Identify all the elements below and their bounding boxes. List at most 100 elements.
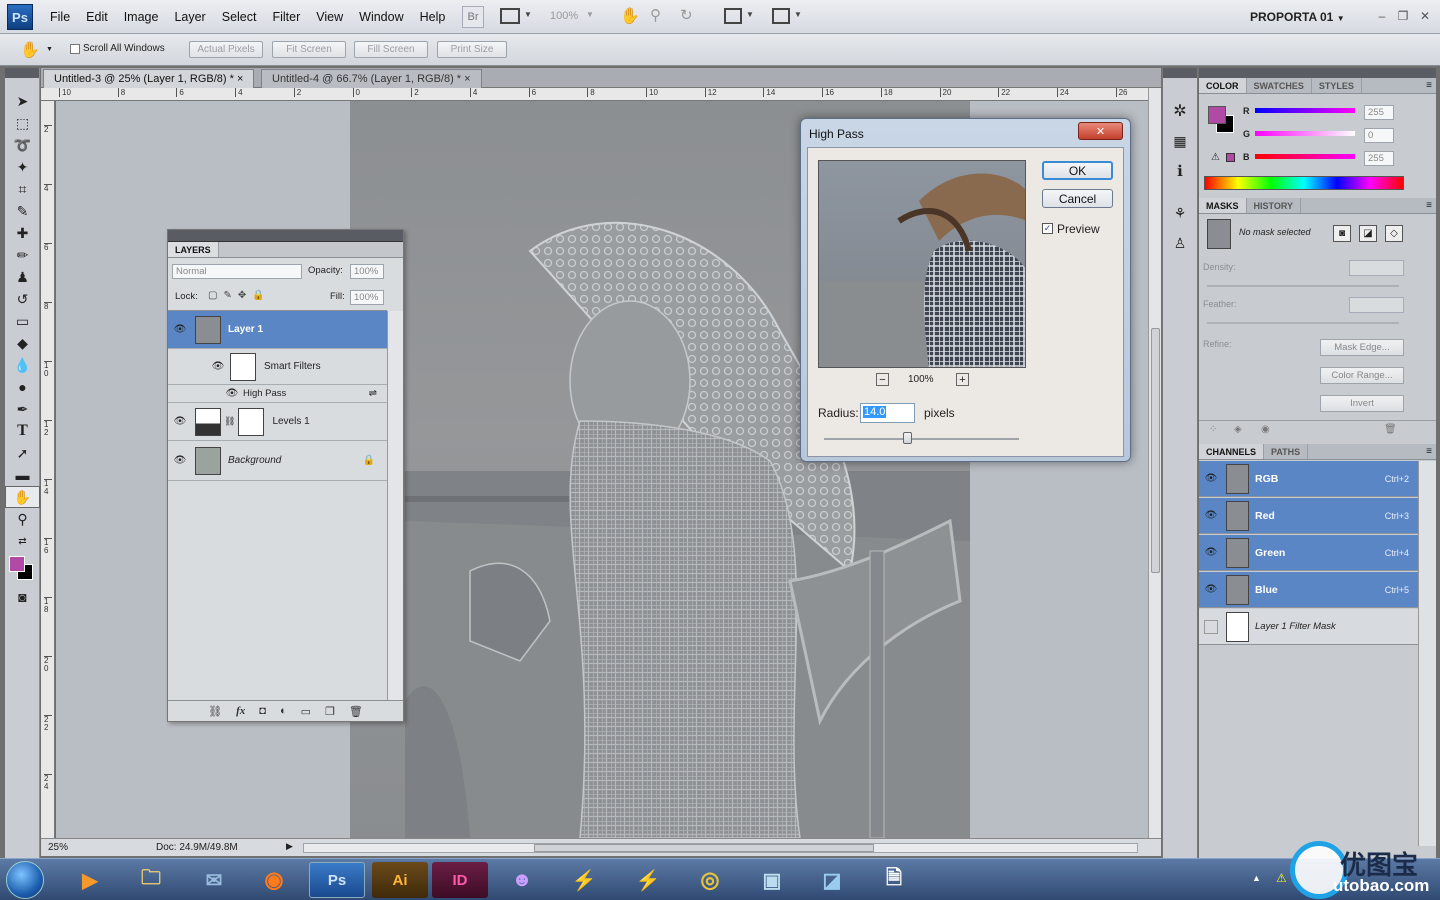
lock-icons[interactable]: ▢✎✥🔒 (208, 290, 271, 301)
new-group-icon[interactable]: ▭ (301, 705, 311, 718)
eye-icon[interactable]: 👁 (173, 454, 187, 468)
filter-options-icon[interactable]: ⇌ (369, 388, 377, 399)
tray-arrow-icon[interactable]: ▲ (1252, 873, 1261, 883)
channel-row-blue[interactable]: 👁 Blue Ctrl+5 (1199, 572, 1418, 608)
apply-mask-icon[interactable]: ◈ (1234, 424, 1242, 435)
trash-icon[interactable]: 🗑 (349, 705, 363, 718)
new-layer-icon[interactable]: ❐ (325, 705, 335, 718)
invert-button[interactable]: Invert (1320, 395, 1404, 412)
indesign-taskbar-item[interactable]: ID (432, 862, 488, 898)
screen-mode-icon[interactable] (772, 8, 790, 24)
mask-edge-button[interactable]: Mask Edge... (1320, 339, 1404, 356)
toolbar-grip[interactable] (5, 68, 39, 78)
workspace-switcher[interactable]: PROPORTA 01 ▼ (1250, 0, 1345, 34)
eye-icon[interactable]: 👁 (173, 323, 187, 337)
type-tool-icon[interactable]: T (5, 420, 40, 442)
blue-slider[interactable] (1255, 154, 1355, 159)
pixel-mask-icon[interactable]: ◙ (1333, 225, 1351, 242)
menu-view[interactable]: View (308, 0, 351, 34)
hand-tool-icon[interactable]: ✋ (5, 486, 40, 508)
messenger-icon[interactable]: ☻ (494, 862, 550, 898)
paint-bucket-icon[interactable]: ◆ (5, 332, 40, 354)
chevron-down-icon[interactable]: ▼ (586, 10, 594, 19)
channel-row-green[interactable]: 👁 Green Ctrl+4 (1199, 535, 1418, 571)
close-icon[interactable]: × (237, 73, 243, 85)
menu-select[interactable]: Select (214, 0, 265, 34)
cancel-button[interactable]: Cancel (1042, 189, 1113, 208)
marquee-tool-icon[interactable]: ⬚ (5, 112, 40, 134)
acrobat-icon[interactable]: ⚡ (556, 862, 612, 898)
photoshop-taskbar-item[interactable]: Ps (309, 862, 365, 898)
layer-row[interactable]: 👁 ⛓ Levels 1 (168, 403, 387, 441)
green-slider[interactable] (1255, 131, 1355, 136)
menu-image[interactable]: Image (116, 0, 167, 34)
fill-screen-button[interactable]: Fill Screen (354, 41, 428, 58)
channel-row-filter-mask[interactable]: Layer 1 Filter Mask (1199, 609, 1418, 645)
zoom-out-button[interactable]: − (876, 373, 889, 386)
zoom-icon[interactable]: ⚲ (650, 6, 661, 24)
clone-source-icon[interactable]: ♙ (1163, 228, 1197, 258)
tab-styles[interactable]: STYLES (1312, 78, 1362, 93)
print-size-button[interactable]: Print Size (437, 41, 507, 58)
blend-mode-select[interactable]: Normal (172, 264, 302, 279)
tab-history[interactable]: HISTORY (1247, 198, 1302, 213)
menu-layer[interactable]: Layer (166, 0, 213, 34)
load-selection-icon[interactable]: ⁘ (1209, 424, 1217, 435)
tab-paths[interactable]: PATHS (1264, 444, 1309, 459)
media-player-icon[interactable]: ▶ (62, 862, 118, 898)
play-arrow-icon[interactable]: ▶ (286, 841, 293, 852)
menu-window[interactable]: Window (351, 0, 411, 34)
filter-name[interactable]: High Pass (243, 388, 286, 399)
view-extras-icon[interactable] (500, 8, 520, 24)
link-layers-icon[interactable]: ⛓ (208, 705, 222, 718)
tab-layers[interactable]: LAYERS (168, 242, 219, 257)
hand-tool-icon[interactable]: ✋ (20, 40, 40, 60)
color-range-button[interactable]: Color Range... (1320, 367, 1404, 384)
healing-brush-icon[interactable]: ✚ (5, 222, 40, 244)
scrollbar-thumb[interactable] (1151, 328, 1160, 573)
color-spectrum-ramp[interactable] (1204, 176, 1404, 190)
rotate-view-icon[interactable]: ↻ (680, 6, 693, 24)
brushes-icon[interactable]: ⚘ (1163, 198, 1197, 228)
radius-slider-thumb[interactable] (903, 432, 912, 444)
vertical-scrollbar[interactable] (1148, 88, 1161, 838)
panel-titlebar[interactable] (168, 230, 403, 242)
feather-slider[interactable] (1207, 322, 1399, 324)
menu-file[interactable]: File (42, 0, 78, 34)
photoshop-logo[interactable]: Ps (7, 4, 33, 30)
status-zoom[interactable]: 25% (48, 842, 68, 853)
foreground-color-swatch[interactable] (9, 556, 25, 572)
restore-icon[interactable]: ❐ (1395, 9, 1411, 23)
menu-help[interactable]: Help (412, 0, 454, 34)
layer-row[interactable]: 👁 Smart Filters (168, 349, 387, 385)
blur-tool-icon[interactable]: 💧 (5, 354, 40, 376)
gamut-warning-icon[interactable]: ⚠ (1211, 152, 1220, 163)
eye-icon[interactable]: 👁 (225, 387, 239, 401)
dock-grip[interactable] (1163, 68, 1197, 78)
notes-icon[interactable]: ◪ (804, 862, 860, 898)
panel-menu-icon[interactable]: ≡ (1426, 198, 1432, 213)
eraser-icon[interactable]: ▭ (5, 310, 40, 332)
clone-stamp-icon[interactable]: ♟ (5, 266, 40, 288)
chevron-down-icon[interactable]: ▼ (46, 46, 53, 53)
density-field[interactable] (1349, 260, 1404, 276)
crop-tool-icon[interactable]: ⌗ (5, 178, 40, 200)
quick-mask-icon[interactable]: ◙ (5, 586, 40, 608)
dock-titlebar[interactable] (1199, 68, 1436, 78)
vector-mask-icon[interactable]: ◪ (1359, 225, 1377, 242)
navigator-icon[interactable]: ✲ (1163, 96, 1197, 126)
minimize-icon[interactable]: – (1374, 9, 1390, 23)
feather-field[interactable] (1349, 297, 1404, 313)
layers-scrollbar[interactable] (387, 311, 403, 701)
radius-input[interactable]: 14.0 (860, 403, 915, 423)
eye-icon[interactable]: 👁 (1204, 546, 1218, 560)
panel-menu-icon[interactable]: ≡ (1426, 444, 1432, 459)
info-icon[interactable]: ℹ (1163, 156, 1197, 186)
magic-wand-icon[interactable]: ✦ (5, 156, 40, 178)
scroll-all-windows-checkbox[interactable] (70, 44, 80, 54)
layer-name[interactable]: Smart Filters (264, 361, 321, 372)
shape-tool-icon[interactable]: ▬ (5, 464, 40, 486)
disable-mask-icon[interactable]: ◉ (1261, 424, 1270, 435)
adjustment-layer-icon[interactable]: ◐ (280, 705, 287, 717)
mail-icon[interactable]: ✉ (186, 862, 242, 898)
